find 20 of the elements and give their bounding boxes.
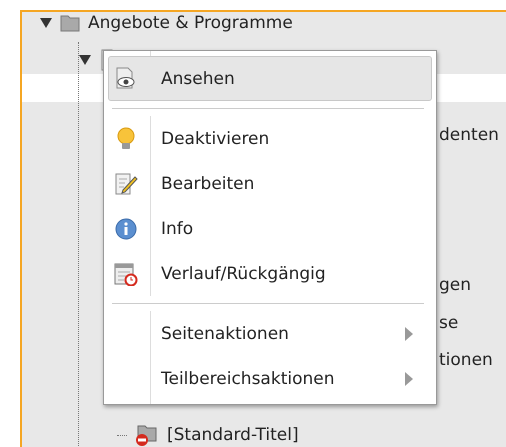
history-icon: [114, 262, 138, 286]
menu-item[interactable]: Ansehen: [108, 56, 432, 101]
folder-icon: [60, 13, 80, 32]
menu-item[interactable]: Info: [108, 206, 432, 251]
edit-icon: [114, 172, 138, 196]
collapse-triangle-icon[interactable]: [79, 55, 91, 66]
tree-item-label[interactable]: gen: [439, 275, 472, 296]
menu-item[interactable]: Deaktivieren: [108, 116, 432, 161]
info-icon: [114, 216, 138, 240]
tree-item-label[interactable]: se: [439, 312, 458, 333]
folder-hidden-icon: [135, 423, 157, 447]
tree-item-label[interactable]: tionen: [439, 350, 493, 370]
menu-item[interactable]: Verlauf/Rückgängig: [108, 251, 432, 296]
tree-item-label[interactable]: denten: [439, 125, 499, 146]
collapse-triangle-icon[interactable]: [40, 18, 52, 28]
tree-item-label[interactable]: Angebote & Programme: [88, 12, 293, 33]
tree-item-label[interactable]: [Standard-Titel]: [167, 425, 299, 446]
menu-item[interactable]: Seitenaktionen: [108, 311, 432, 356]
menu-item[interactable]: Teilbereichsaktionen: [108, 356, 432, 401]
menu-item[interactable]: Bearbeiten: [108, 161, 432, 206]
